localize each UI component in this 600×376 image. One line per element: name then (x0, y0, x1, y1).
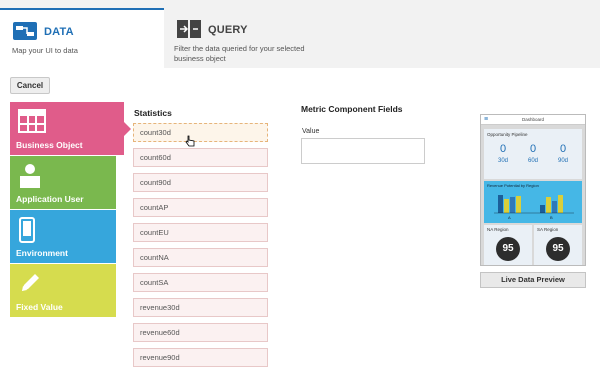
statistic-item-count90d[interactable]: count90d (133, 173, 268, 192)
na-region-title: NA Region (487, 227, 509, 232)
pipeline-value: 0 (499, 143, 507, 155)
table-grid-icon (18, 109, 46, 133)
source-tile-label: Application User (16, 194, 84, 204)
chart-label-a: A (508, 215, 511, 220)
chart-bar (516, 196, 521, 213)
chart-bar (558, 195, 563, 213)
cancel-button[interactable]: Cancel (10, 77, 50, 94)
tab-query-title: QUERY (208, 24, 248, 36)
pipeline-label: 30d (497, 158, 508, 164)
statistic-item-count60d[interactable]: count60d (133, 148, 268, 167)
source-tile-application-user[interactable]: Application User (10, 156, 116, 209)
source-tile-label: Fixed Value (16, 302, 63, 312)
user-icon (20, 164, 40, 188)
mini-bar-chart: A B (494, 195, 574, 220)
chart-bar (540, 205, 545, 213)
statistic-item-countAP[interactable]: countAP (133, 198, 268, 217)
chart-bar (498, 195, 503, 213)
source-tile-label: Environment (16, 248, 68, 258)
pipeline-value: 0 (559, 143, 567, 155)
source-tile-environment[interactable]: Environment (10, 210, 116, 263)
chart-label-b: B (550, 215, 553, 220)
chart-bar (552, 201, 557, 213)
pipeline-title: Opportunity Pipeline (487, 132, 528, 137)
sa-region-title: SA Region (537, 227, 559, 232)
revenue-region-card: Revenue Potential by Region A B (484, 181, 582, 223)
tab-data[interactable]: DATA Map your UI to data (0, 8, 164, 68)
chart-bar (504, 199, 509, 213)
query-filter-icon (177, 20, 201, 38)
na-region-gauge: 95 (496, 237, 520, 261)
statistic-item-revenue90d[interactable]: revenue90d (133, 348, 268, 367)
pencil-icon (22, 274, 39, 291)
hand-cursor-icon (185, 135, 195, 147)
statistic-item-countSA[interactable]: countSA (133, 273, 268, 292)
metric-fields-title: Metric Component Fields (301, 104, 403, 114)
step-tabs: DATA Map your UI to data QUERY Filter th… (0, 0, 600, 68)
tab-data-description: Map your UI to data (12, 46, 78, 55)
tab-data-title: DATA (44, 26, 74, 38)
pipeline-value: 0 (529, 143, 537, 155)
sa-region-card: SA Region 95 (534, 225, 582, 265)
source-tile-business-object[interactable]: Business Object (10, 102, 131, 155)
source-tile-label: Business Object (16, 140, 83, 150)
pipeline-label: 90d (557, 158, 568, 164)
value-input[interactable] (301, 138, 425, 164)
statistic-item-countEU[interactable]: countEU (133, 223, 268, 242)
preview-title: Dashboard (521, 117, 544, 122)
statistic-item-countNA[interactable]: countNA (133, 248, 268, 267)
tab-query[interactable]: QUERY Filter the data queried for your s… (164, 8, 600, 68)
data-map-icon (13, 22, 37, 40)
pipeline-label: 60d (527, 158, 538, 164)
statistics-title: Statistics (134, 108, 172, 118)
chart-bar (510, 197, 515, 213)
mobile-device-icon (19, 217, 35, 243)
dashboard-preview: ≡ Dashboard Opportunity Pipeline 0 30d 0… (480, 114, 586, 266)
preview-header: ≡ Dashboard (481, 115, 585, 125)
statistic-item-revenue60d[interactable]: revenue60d (133, 323, 268, 342)
opportunity-pipeline-card: Opportunity Pipeline 0 30d 0 60d 0 90d (484, 129, 582, 179)
live-data-preview-button[interactable]: Live Data Preview (480, 272, 586, 288)
value-label: Value (302, 128, 320, 135)
source-tile-fixed-value[interactable]: Fixed Value (10, 264, 116, 317)
sa-region-gauge: 95 (546, 237, 570, 261)
statistic-item-revenue30d[interactable]: revenue30d (133, 298, 268, 317)
na-region-card: NA Region 95 (484, 225, 532, 265)
tab-query-description: Filter the data queried for your selecte… (174, 44, 305, 63)
statistic-item-count30d[interactable]: count30d (133, 123, 268, 142)
chart-bar (546, 197, 551, 213)
